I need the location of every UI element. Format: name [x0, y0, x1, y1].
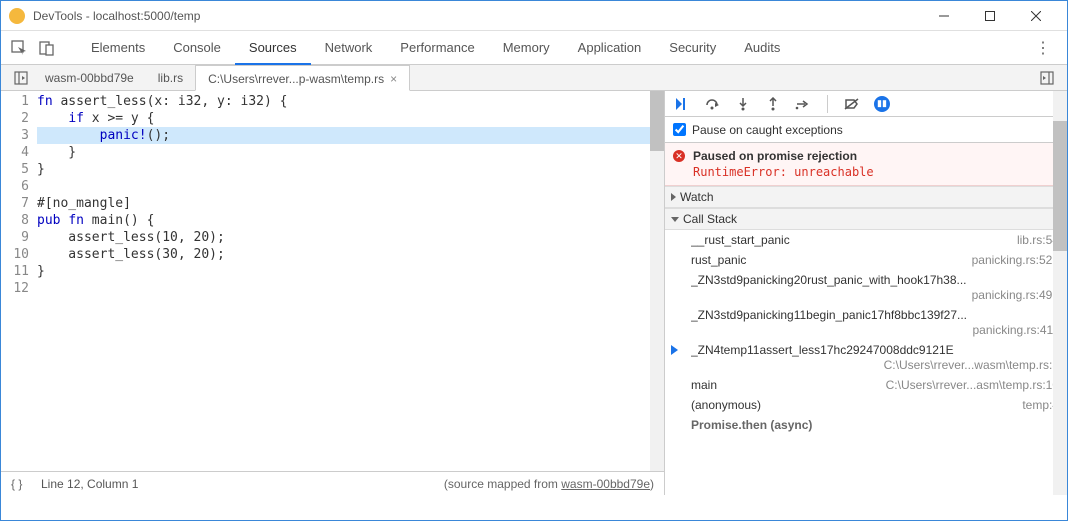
- tab-elements[interactable]: Elements: [77, 31, 159, 65]
- code-line[interactable]: assert_less(30, 20);: [37, 246, 664, 263]
- source-tab[interactable]: wasm-00bbd79e: [33, 65, 146, 91]
- device-toggle-icon[interactable]: [37, 38, 57, 58]
- code-line[interactable]: fn assert_less(x: i32, y: i32) {: [37, 93, 664, 110]
- source-map-link[interactable]: wasm-00bbd79e: [561, 477, 650, 491]
- maximize-button[interactable]: [967, 1, 1013, 31]
- editor-scrollbar[interactable]: [650, 91, 664, 471]
- error-icon: ✕: [673, 150, 685, 162]
- frame-function: __rust_start_panic: [691, 233, 1009, 247]
- navigator-toggle-icon[interactable]: [9, 66, 33, 90]
- tab-audits[interactable]: Audits: [730, 31, 794, 65]
- tab-performance[interactable]: Performance: [386, 31, 488, 65]
- step-into-button[interactable]: [733, 94, 753, 114]
- frame-location[interactable]: panicking.rs:497: [972, 288, 1059, 302]
- debug-toolbar: ▮▮: [665, 91, 1067, 117]
- pause-message: ✕ Paused on promise rejection RuntimeErr…: [665, 143, 1067, 186]
- code-line[interactable]: }: [37, 263, 664, 280]
- deactivate-breakpoints-button[interactable]: [842, 94, 862, 114]
- line-gutter: 123456789101112: [1, 91, 37, 471]
- code-line[interactable]: pub fn main() {: [37, 212, 664, 229]
- pause-detail: RuntimeError: unreachable: [693, 165, 1057, 179]
- code-line[interactable]: [37, 280, 664, 297]
- tab-sources[interactable]: Sources: [235, 31, 311, 65]
- pause-caught-checkbox[interactable]: [673, 123, 686, 136]
- close-tab-icon[interactable]: ×: [390, 72, 397, 86]
- code-line[interactable]: #[no_mangle]: [37, 195, 664, 212]
- stack-frame[interactable]: main C:\Users\rrever...asm\temp.rs:10: [665, 375, 1067, 395]
- source-map-info: (source mapped from wasm-00bbd79e): [444, 477, 654, 491]
- stack-frame[interactable]: (anonymous)temp:4: [665, 395, 1067, 415]
- stack-frame[interactable]: rust_panic panicking.rs:526: [665, 250, 1067, 270]
- code-line[interactable]: }: [37, 144, 664, 161]
- pause-caught-row[interactable]: Pause on caught exceptions: [665, 117, 1067, 143]
- code-line[interactable]: [37, 178, 664, 195]
- braces-icon[interactable]: { }: [11, 477, 41, 491]
- async-boundary: Promise.then (async): [665, 415, 1067, 435]
- pause-caught-label: Pause on caught exceptions: [692, 123, 843, 137]
- frame-location[interactable]: panicking.rs:526: [972, 253, 1059, 267]
- chevron-down-icon: [671, 217, 679, 222]
- chevron-right-icon: [671, 193, 676, 201]
- tab-application[interactable]: Application: [564, 31, 656, 65]
- debugger-toggle-icon[interactable]: [1035, 66, 1059, 90]
- more-menu-icon[interactable]: ⋮: [1027, 38, 1059, 58]
- frame-location[interactable]: C:\Users\rrever...asm\temp.rs:10: [886, 378, 1059, 392]
- frame-function: main: [691, 378, 878, 392]
- callstack-section[interactable]: Call Stack: [665, 208, 1067, 230]
- frame-location[interactable]: C:\Users\rrever...wasm\temp.rs:3: [884, 358, 1059, 372]
- stack-frame[interactable]: _ZN3std9panicking11begin_panic17hf8bbc13…: [665, 305, 1067, 340]
- code-editor[interactable]: 123456789101112 fn assert_less(x: i32, y…: [1, 91, 664, 471]
- pause-title: Paused on promise rejection: [693, 149, 1057, 163]
- code-line[interactable]: assert_less(10, 20);: [37, 229, 664, 246]
- watch-section[interactable]: Watch: [665, 186, 1067, 208]
- tab-network[interactable]: Network: [311, 31, 387, 65]
- close-button[interactable]: [1013, 1, 1059, 31]
- tab-security[interactable]: Security: [655, 31, 730, 65]
- source-tabs-bar: wasm-00bbd79elib.rsC:\Users\rrever...p-w…: [1, 65, 1067, 91]
- source-tab[interactable]: C:\Users\rrever...p-wasm\temp.rs×: [195, 65, 410, 91]
- frame-function: _ZN3std9panicking20rust_panic_with_hook1…: [691, 273, 1059, 287]
- stack-frame[interactable]: __rust_start_paniclib.rs:54: [665, 230, 1067, 250]
- statusbar: { } Line 12, Column 1 (source mapped fro…: [1, 471, 664, 495]
- frame-function: (anonymous): [691, 398, 1014, 412]
- debugger-pane: ▮▮ Pause on caught exceptions ✕ Paused o…: [665, 91, 1067, 495]
- frame-function: _ZN3std9panicking11begin_panic17hf8bbc13…: [691, 308, 1059, 322]
- stack-frame[interactable]: _ZN4temp11assert_less17hc29247008ddc9121…: [665, 340, 1067, 375]
- window-title: DevTools - localhost:5000/temp: [33, 9, 921, 23]
- resume-button[interactable]: [673, 94, 693, 114]
- titlebar: DevTools - localhost:5000/temp: [1, 1, 1067, 31]
- cursor-position: Line 12, Column 1: [41, 477, 444, 491]
- frame-location[interactable]: panicking.rs:411: [973, 323, 1060, 337]
- code-line[interactable]: panic!();: [37, 127, 664, 144]
- step-button[interactable]: [793, 94, 813, 114]
- editor-pane: 123456789101112 fn assert_less(x: i32, y…: [1, 91, 665, 495]
- source-tab[interactable]: lib.rs: [146, 65, 195, 91]
- code-line[interactable]: }: [37, 161, 664, 178]
- frame-function: _ZN4temp11assert_less17hc29247008ddc9121…: [691, 343, 1059, 357]
- inspect-icon[interactable]: [9, 38, 29, 58]
- debug-scrollbar[interactable]: [1053, 91, 1067, 495]
- pause-on-exceptions-button[interactable]: ▮▮: [872, 94, 892, 114]
- step-over-button[interactable]: [703, 94, 723, 114]
- step-out-button[interactable]: [763, 94, 783, 114]
- code-line[interactable]: if x >= y {: [37, 110, 664, 127]
- tab-memory[interactable]: Memory: [489, 31, 564, 65]
- main-toolbar: ElementsConsoleSourcesNetworkPerformance…: [1, 31, 1067, 65]
- minimize-button[interactable]: [921, 1, 967, 31]
- call-stack-list: __rust_start_paniclib.rs:54rust_panicpan…: [665, 230, 1067, 435]
- stack-frame[interactable]: _ZN3std9panicking20rust_panic_with_hook1…: [665, 270, 1067, 305]
- tab-console[interactable]: Console: [159, 31, 235, 65]
- app-icon: [9, 8, 25, 24]
- code-content[interactable]: fn assert_less(x: i32, y: i32) { if x >=…: [37, 91, 664, 471]
- frame-function: rust_panic: [691, 253, 964, 267]
